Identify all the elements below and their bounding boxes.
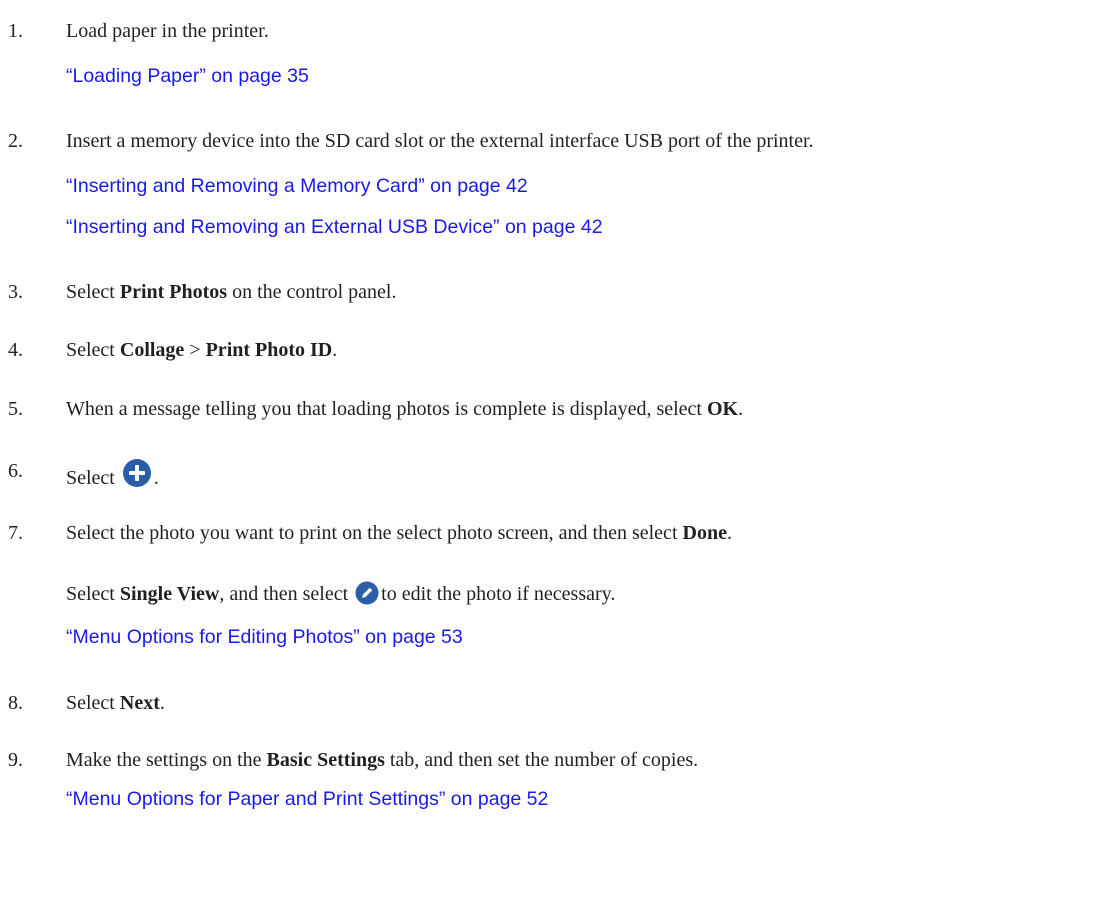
step-number: 2. xyxy=(8,130,23,152)
ui-term: Collage xyxy=(119,339,185,361)
link-editing-photos[interactable]: “Menu Options for Editing Photos” on pag… xyxy=(66,624,463,650)
step-text: When a message telling you that loading … xyxy=(66,398,744,420)
ui-term: Print Photo ID xyxy=(205,339,333,361)
step-text: Select Collage > Print Photo ID. xyxy=(66,339,338,361)
step-text: Select the photo you want to print on th… xyxy=(66,522,732,544)
step-text: Select Print Photos on the control panel… xyxy=(66,281,397,303)
ui-term: Single View xyxy=(119,583,220,605)
step-note: Select Single View, and then select to e… xyxy=(66,581,615,612)
step-text: Select Next. xyxy=(66,692,165,714)
step-text: Insert a memory device into the SD card … xyxy=(66,130,814,152)
step-number: 3. xyxy=(8,281,23,303)
step-number: 9. xyxy=(8,749,23,771)
ui-term: Next xyxy=(119,692,160,714)
step-number: 5. xyxy=(8,398,23,420)
ui-term: Basic Settings xyxy=(266,749,385,771)
pencil-circle-icon xyxy=(355,581,379,612)
step-number: 8. xyxy=(8,692,23,714)
step-number: 7. xyxy=(8,522,23,544)
link-usb-device[interactable]: “Inserting and Removing an External USB … xyxy=(66,214,603,240)
step-text: Load paper in the printer. xyxy=(66,20,269,42)
step-number: 1. xyxy=(8,20,23,42)
step-text: Select . xyxy=(66,458,159,495)
link-loading-paper[interactable]: “Loading Paper” on page 35 xyxy=(66,63,309,89)
link-memory-card[interactable]: “Inserting and Removing a Memory Card” o… xyxy=(66,173,528,199)
plus-circle-icon xyxy=(122,458,152,495)
ui-term: Done xyxy=(682,522,727,544)
ui-term: Print Photos xyxy=(119,281,228,303)
step-number: 6. xyxy=(8,460,23,482)
ui-term: OK xyxy=(706,398,739,420)
step-number: 4. xyxy=(8,339,23,361)
link-paper-print-settings[interactable]: “Menu Options for Paper and Print Settin… xyxy=(66,786,548,812)
step-text: Make the settings on the Basic Settings … xyxy=(66,749,699,771)
